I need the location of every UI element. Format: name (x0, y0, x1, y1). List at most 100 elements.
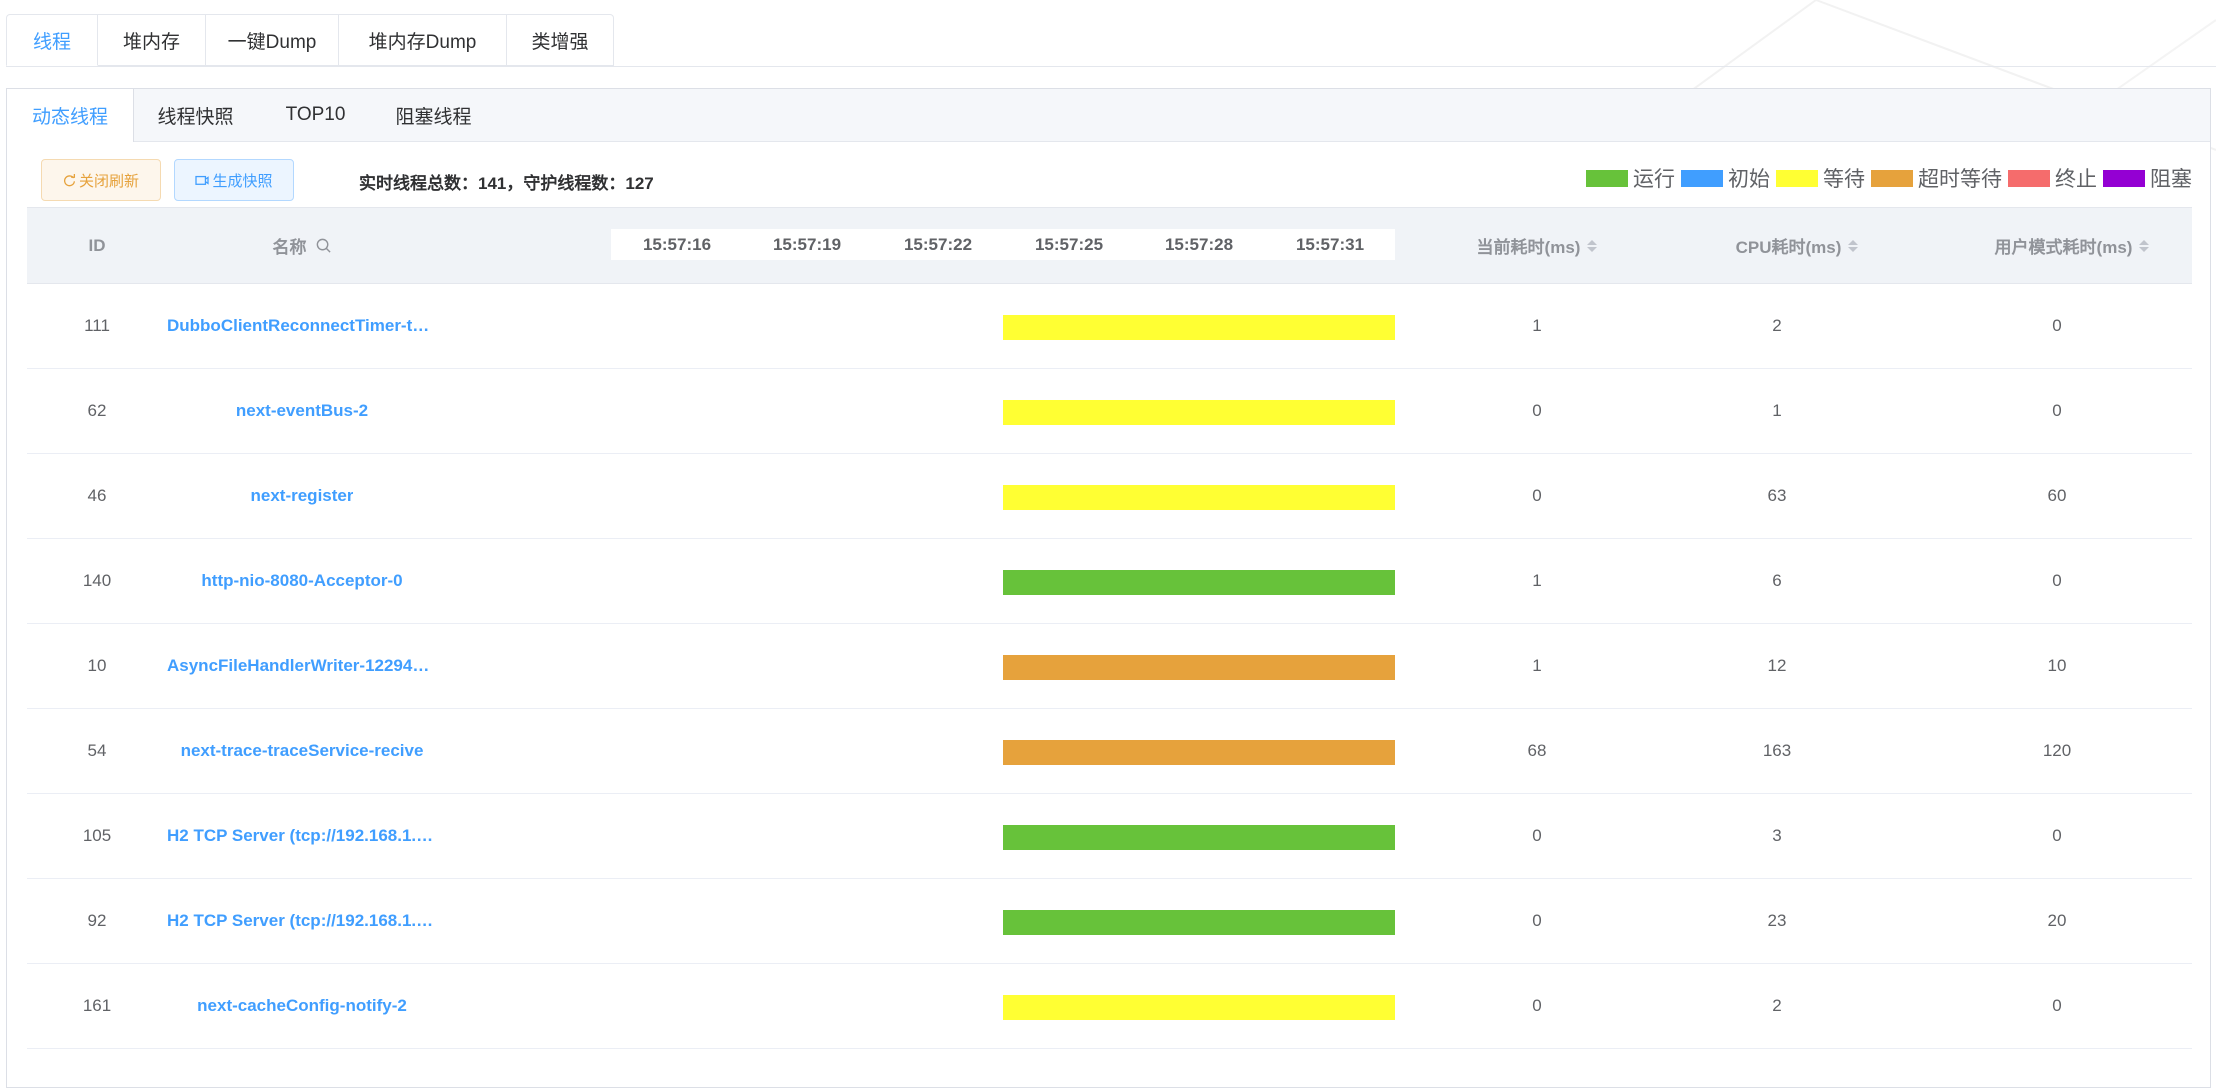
current-time-value: 0 (1532, 911, 1542, 930)
user-time-value: 0 (2052, 401, 2062, 420)
current-time-value: 1 (1532, 571, 1542, 590)
thread-name-text: H2 TCP Server (tcp://192.168.1.235:9092)… (167, 911, 437, 930)
tab-blocked-threads[interactable]: 阻塞线程 (374, 89, 493, 141)
column-header-current-time[interactable]: 当前耗时(ms) (1417, 208, 1657, 283)
thread-name-link[interactable]: H2 TCP Server (tcp://192.168.1.235:9092)… (167, 794, 437, 878)
tab-heap-dump[interactable]: 堆内存Dump (339, 14, 507, 66)
tab-class-enhance[interactable]: 类增强 (507, 14, 614, 66)
stop-refresh-button[interactable]: 关闭刷新 (41, 159, 161, 201)
tabs-divider (6, 66, 2216, 67)
sort-icon[interactable] (2139, 239, 2150, 252)
current-time-value: 68 (1527, 741, 1547, 760)
table-row: 46 next-register 0 63 60 (27, 454, 2192, 539)
tab-thread-snapshot[interactable]: 线程快照 (134, 89, 257, 141)
thread-count-summary: 实时线程总数：141，守护线程数：127 (359, 174, 654, 193)
main-tabs: 线程 堆内存 一键Dump 堆内存Dump 类增强 (6, 14, 614, 66)
table-row: 54 next-trace-traceService-recive 68 163… (27, 709, 2192, 794)
tab-heap-memory[interactable]: 堆内存 (98, 14, 206, 66)
timeline-tick: 15:57:28 (1164, 235, 1234, 254)
user-time-value: 120 (2042, 741, 2072, 760)
current-time-value: 0 (1532, 996, 1542, 1015)
thread-name-link[interactable]: AsyncFileHandlerWriter-1229416514 (167, 624, 437, 708)
thread-name-text: next-cacheConfig-notify-2 (197, 996, 407, 1015)
cpu-time-value: 6 (1772, 571, 1782, 590)
current-time-value: 1 (1532, 316, 1542, 335)
thread-name-link[interactable]: H2 TCP Server (tcp://192.168.1.235:9092)… (167, 879, 437, 963)
thread-panel: 动态线程 线程快照 TOP10 阻塞线程 关闭刷新 生成快照 实时线程总数：14… (6, 88, 2211, 1088)
thread-id: 140 (82, 571, 112, 590)
thread-name-link[interactable]: http-nio-8080-Acceptor-0 (167, 539, 437, 623)
timeline-header: 15:57:16 15:57:19 15:57:22 15:57:25 15:5… (611, 229, 1395, 260)
thread-id: 105 (82, 826, 112, 845)
user-time-value: 0 (2052, 826, 2062, 845)
generate-snapshot-button[interactable]: 生成快照 (174, 159, 294, 201)
legend-swatch (2008, 169, 2050, 187)
search-icon[interactable] (315, 237, 332, 254)
camera-icon (195, 175, 210, 185)
legend-label: 初始 (1728, 168, 1770, 191)
table-row: 161 next-cacheConfig-notify-2 0 2 0 (27, 964, 2192, 1049)
tab-dynamic-threads[interactable]: 动态线程 (7, 89, 134, 142)
thread-name-text: AsyncFileHandlerWriter-1229416514 (167, 656, 437, 675)
column-header-user-time-label: 用户模式耗时(ms) (1994, 238, 2133, 257)
thread-name-text: next-register (250, 486, 354, 505)
column-header-user-time[interactable]: 用户模式耗时(ms) (1937, 208, 2207, 283)
thread-state-bar (1003, 315, 1395, 340)
tab-one-click-dump[interactable]: 一键Dump (206, 14, 339, 66)
cpu-time-value: 2 (1772, 996, 1782, 1015)
thread-id: 46 (87, 486, 107, 505)
stop-refresh-label: 关闭刷新 (78, 172, 139, 190)
thread-id: 62 (87, 401, 107, 420)
thread-id: 92 (87, 911, 107, 930)
thread-name-text: DubboClientReconnectTimer-thread-1 (167, 316, 437, 335)
thread-id: 54 (87, 741, 107, 760)
sub-tabs: 动态线程 线程快照 TOP10 阻塞线程 (7, 89, 2210, 142)
thread-name-text: http-nio-8080-Acceptor-0 (201, 571, 403, 590)
user-time-value: 0 (2052, 316, 2062, 335)
thread-state-bar (1003, 655, 1395, 680)
legend-swatch (2103, 169, 2145, 187)
sort-icon[interactable] (1848, 239, 1859, 252)
user-time-value: 0 (2052, 996, 2062, 1015)
cpu-time-value: 63 (1767, 486, 1787, 505)
table-row: 92 H2 TCP Server (tcp://192.168.1.235:90… (27, 879, 2192, 964)
current-time-value: 0 (1532, 401, 1542, 420)
thread-id: 161 (82, 996, 112, 1015)
legend-item-terminated: 终止 (2008, 163, 2097, 193)
cpu-time-value: 3 (1772, 826, 1782, 845)
column-header-cpu-time[interactable]: CPU耗时(ms) (1657, 208, 1937, 283)
current-time-value: 0 (1532, 486, 1542, 505)
thread-name-link[interactable]: next-eventBus-2 (167, 369, 437, 453)
thread-name-text: next-eventBus-2 (235, 401, 369, 420)
thread-state-bar (1003, 570, 1395, 595)
column-header-current-time-label: 当前耗时(ms) (1476, 238, 1581, 257)
tab-thread[interactable]: 线程 (6, 14, 98, 66)
legend-swatch (1871, 169, 1913, 187)
thread-name-link[interactable]: DubboClientReconnectTimer-thread-1 (167, 284, 437, 368)
column-header-id: ID (27, 208, 167, 283)
cpu-time-value: 12 (1767, 656, 1787, 675)
legend-item-timed-waiting: 超时等待 (1871, 163, 2002, 193)
legend-label: 终止 (2055, 168, 2097, 191)
legend-swatch (1586, 169, 1628, 187)
thread-name-link[interactable]: next-register (167, 454, 437, 538)
table-row: 62 next-eventBus-2 0 1 0 (27, 369, 2192, 454)
legend-item-blocked: 阻塞 (2103, 163, 2192, 193)
legend-swatch (1681, 169, 1723, 187)
timeline-tick: 15:57:31 (1295, 235, 1365, 254)
legend-item-running: 运行 (1586, 163, 1675, 193)
timeline-tick: 15:57:16 (642, 235, 712, 254)
cpu-time-value: 2 (1772, 316, 1782, 335)
legend-swatch (1776, 169, 1818, 187)
legend-label: 运行 (1633, 168, 1675, 191)
thread-name-link[interactable]: next-cacheConfig-notify-2 (167, 964, 437, 1048)
cpu-time-value: 23 (1767, 911, 1787, 930)
tab-top10[interactable]: TOP10 (257, 89, 374, 141)
sort-icon[interactable] (1587, 239, 1598, 252)
table-row: 105 H2 TCP Server (tcp://192.168.1.235:9… (27, 794, 2192, 879)
column-header-id-label: ID (88, 235, 106, 255)
user-time-value: 60 (2047, 486, 2067, 505)
column-header-name-label: 名称 (272, 238, 307, 257)
current-time-value: 0 (1532, 826, 1542, 845)
thread-name-link[interactable]: next-trace-traceService-recive (167, 709, 437, 793)
